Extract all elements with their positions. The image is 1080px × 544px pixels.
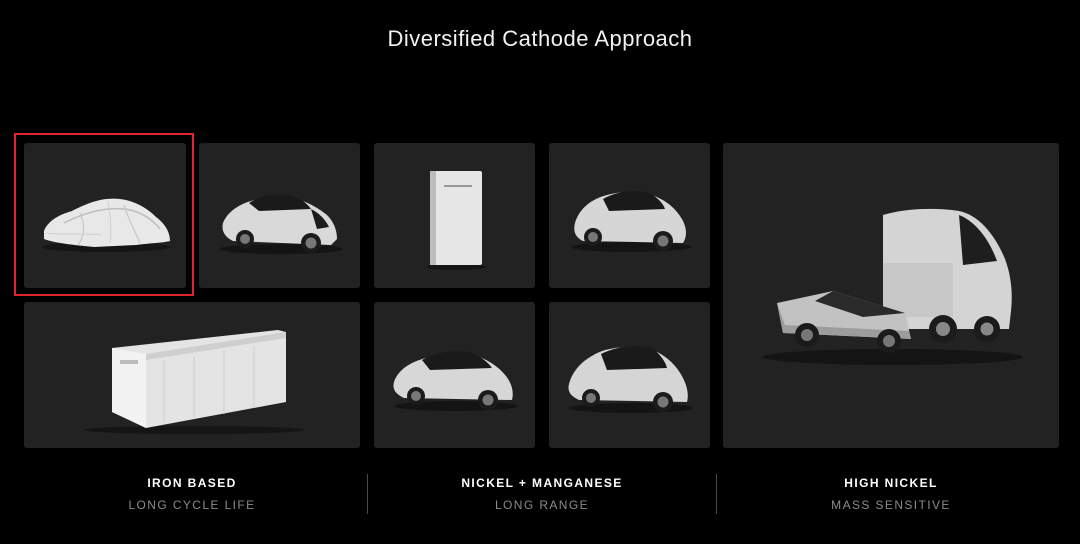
column-sublabel: MASS SENSITIVE bbox=[831, 498, 951, 512]
tile-model-s[interactable] bbox=[374, 302, 535, 448]
column-high-nickel: HIGH NICKEL MASS SENSITIVE bbox=[723, 476, 1059, 512]
model-x-image bbox=[568, 346, 693, 413]
column-sublabel: LONG CYCLE LIFE bbox=[128, 498, 256, 512]
model-y-image bbox=[571, 191, 691, 252]
column-label: IRON BASED bbox=[147, 476, 237, 490]
powerwall-image bbox=[426, 171, 486, 270]
tile-semi-and-cybertruck[interactable] bbox=[723, 143, 1059, 448]
semi-and-cybertruck-image bbox=[763, 208, 1023, 365]
tile-model-3[interactable] bbox=[199, 143, 360, 288]
page-title: Diversified Cathode Approach bbox=[387, 26, 693, 51]
column-label: HIGH NICKEL bbox=[844, 476, 938, 490]
column-nickel-manganese: NICKEL + MANGANESE LONG RANGE bbox=[374, 476, 710, 512]
column-divider bbox=[367, 474, 368, 514]
tile-covered-vehicle[interactable] bbox=[24, 143, 186, 288]
column-sublabel: LONG RANGE bbox=[494, 498, 589, 512]
tile-megapack[interactable] bbox=[24, 302, 360, 448]
tile-model-x[interactable] bbox=[549, 302, 710, 448]
column-iron-based: IRON BASED LONG CYCLE LIFE bbox=[24, 476, 360, 512]
covered-vehicle-image bbox=[42, 198, 170, 252]
column-label: NICKEL + MANGANESE bbox=[461, 476, 623, 490]
megapack-image bbox=[84, 330, 304, 434]
model-s-image bbox=[393, 351, 518, 411]
tile-model-y[interactable] bbox=[549, 143, 710, 288]
model-3-image bbox=[219, 194, 343, 254]
column-divider bbox=[716, 474, 717, 514]
tile-powerwall[interactable] bbox=[374, 143, 535, 288]
